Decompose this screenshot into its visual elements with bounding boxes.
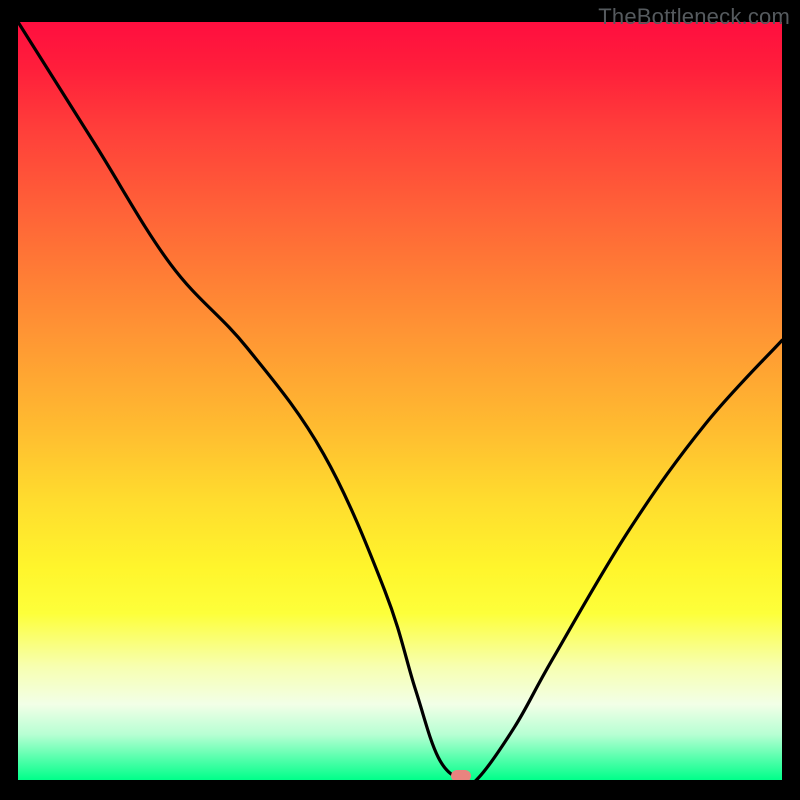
plot-area bbox=[18, 22, 782, 780]
curve-layer bbox=[18, 22, 782, 780]
chart-frame: TheBottleneck.com bbox=[0, 0, 800, 800]
bottleneck-curve bbox=[18, 22, 782, 780]
watermark-text: TheBottleneck.com bbox=[598, 4, 790, 30]
optimal-marker bbox=[451, 770, 471, 780]
